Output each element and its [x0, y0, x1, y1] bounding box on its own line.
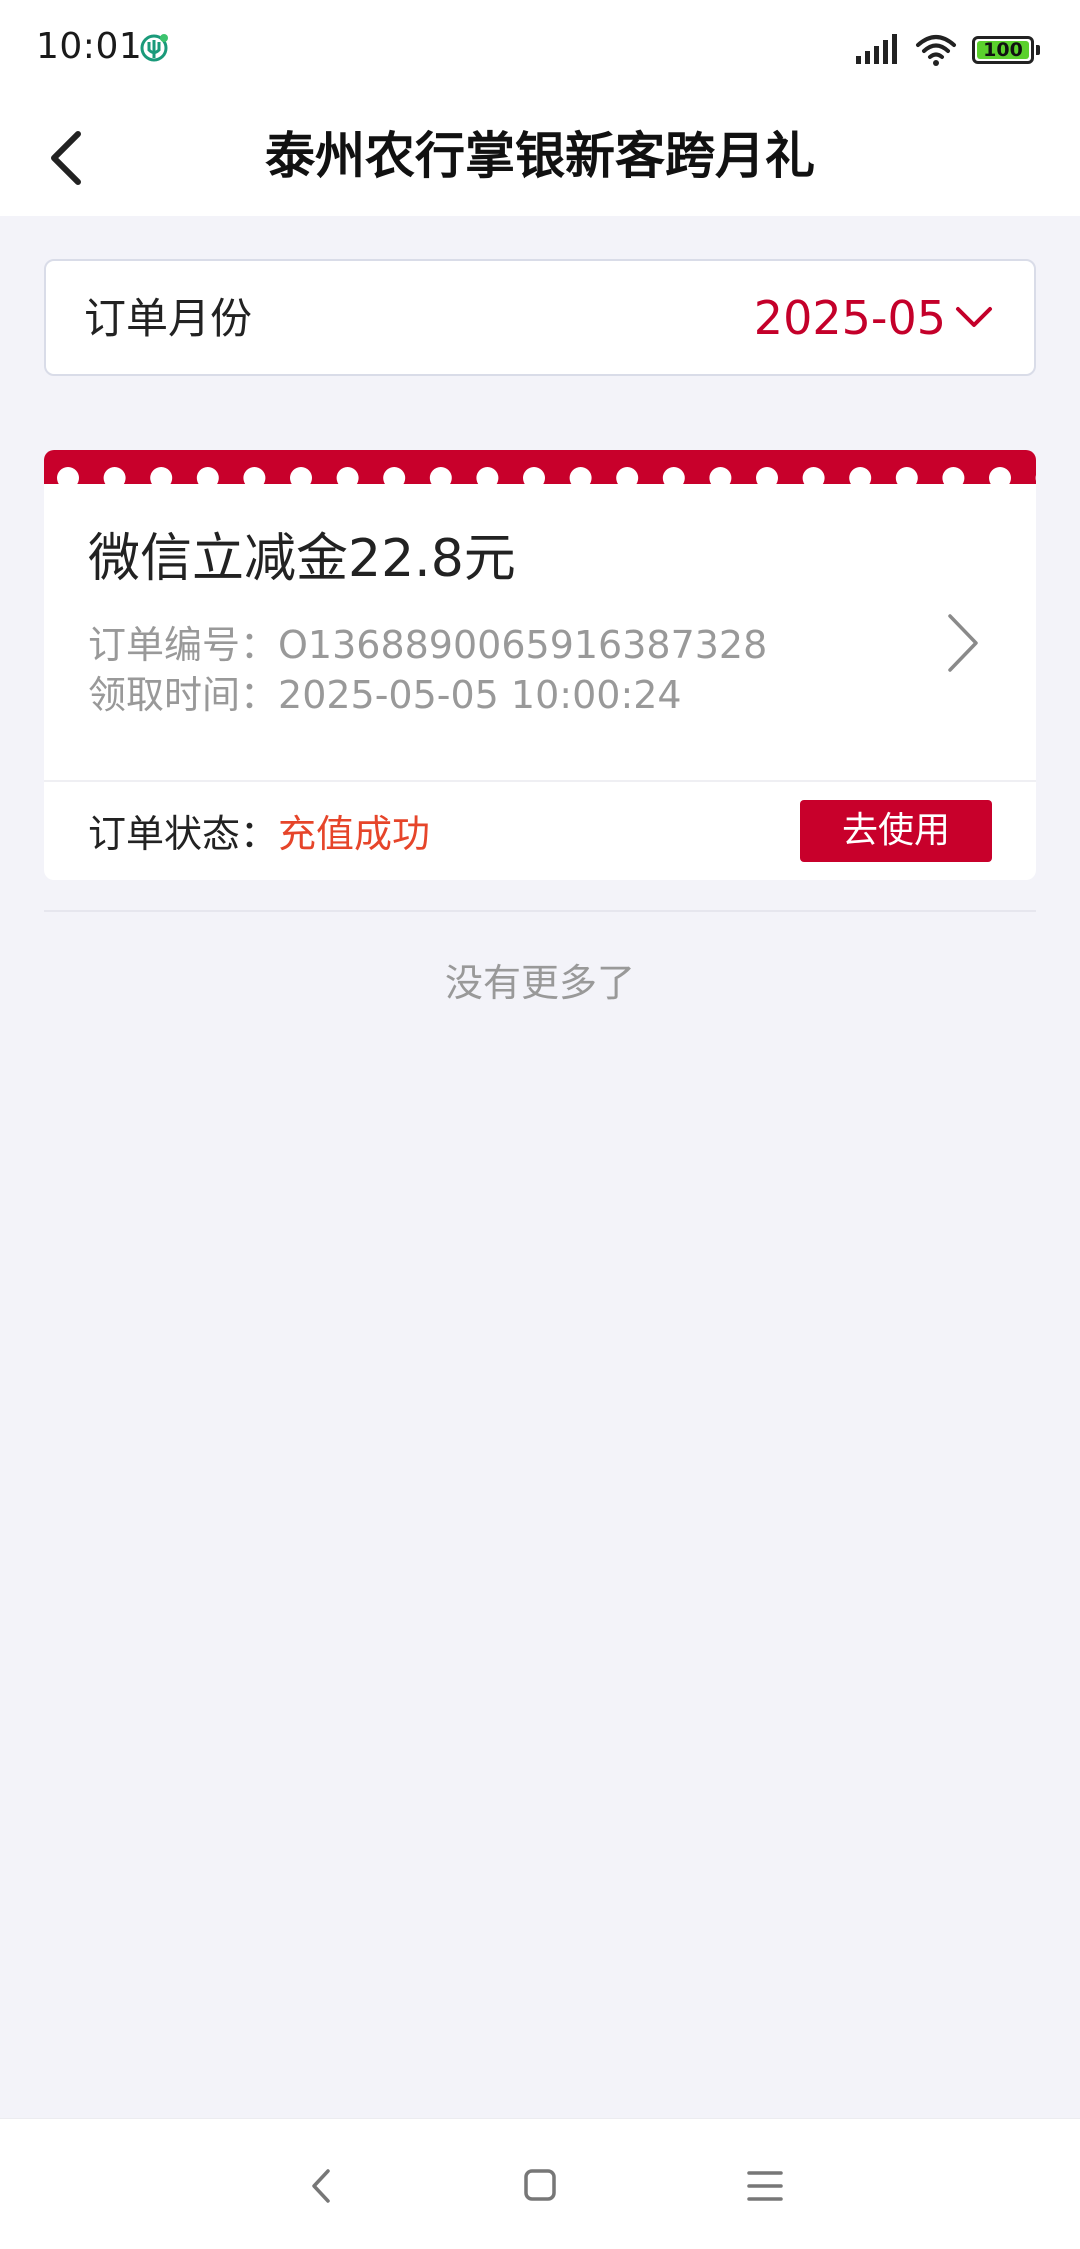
- nav-back-icon[interactable]: [290, 2161, 350, 2211]
- order-number-label: 订单编号：: [88, 623, 278, 667]
- title-bar: 泰州农行掌银新客跨月礼: [0, 100, 1080, 216]
- use-button[interactable]: 去使用: [800, 800, 992, 862]
- order-card[interactable]: 微信立减金22.8元 订单编号：O1368890065916387328 领取时…: [44, 450, 1036, 880]
- signal-icon: [856, 34, 900, 66]
- order-number: O1368890065916387328: [278, 623, 767, 667]
- back-button[interactable]: [34, 118, 98, 198]
- chevron-left-icon: [46, 128, 86, 188]
- wifi-icon: [914, 33, 958, 67]
- order-time: 2025-05-05 10:00:24: [278, 673, 682, 717]
- page-title: 泰州农行掌银新客跨月礼: [160, 120, 920, 192]
- list-end-divider: [44, 910, 1036, 912]
- chevron-right-icon[interactable]: [942, 610, 982, 676]
- ticket-perforation-decoration: [44, 450, 1036, 490]
- order-time-label: 领取时间：: [88, 673, 278, 717]
- nav-menu-icon[interactable]: [735, 2161, 795, 2211]
- month-selector[interactable]: 订单月份 2025-05: [44, 259, 1036, 376]
- abc-bank-notification-icon: [138, 32, 170, 64]
- month-label: 订单月份: [84, 289, 252, 349]
- nav-home-icon[interactable]: [510, 2161, 570, 2211]
- order-status-line: 订单状态：充值成功: [88, 806, 430, 862]
- battery-cap: [1036, 45, 1040, 55]
- order-status-value: 充值成功: [278, 812, 430, 856]
- status-indicators: 100: [856, 30, 1040, 70]
- order-status-label: 订单状态：: [88, 812, 278, 856]
- status-time: 10:01: [36, 26, 142, 67]
- status-bar: 10:01 100: [0, 0, 1080, 100]
- battery-level: 100: [975, 39, 1031, 61]
- no-more-text: 没有更多了: [0, 955, 1080, 1011]
- order-number-line: 订单编号：O1368890065916387328: [88, 620, 767, 670]
- chevron-down-icon: [954, 301, 994, 333]
- battery-icon: 100: [972, 36, 1034, 64]
- card-divider: [44, 780, 1036, 782]
- order-time-line: 领取时间：2025-05-05 10:00:24: [88, 670, 682, 720]
- system-navigation-bar: [0, 2118, 1080, 2249]
- order-title: 微信立减金22.8元: [88, 524, 516, 594]
- month-value: 2025-05: [754, 287, 946, 349]
